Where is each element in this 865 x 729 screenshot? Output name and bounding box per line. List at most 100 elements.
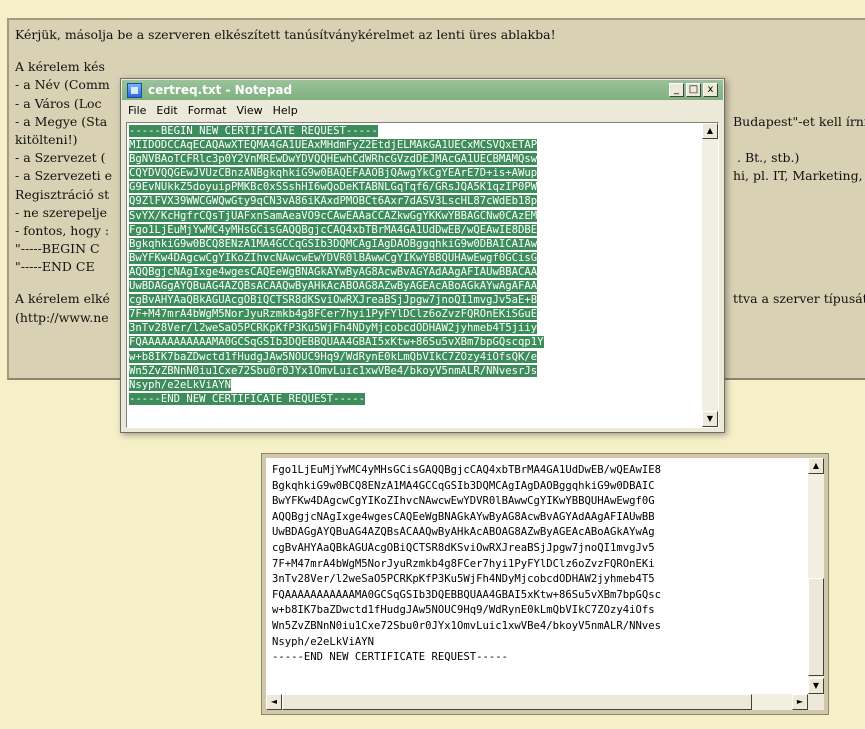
instruction-fragment: . Bt., stb.) [737,150,800,166]
instruction-line: Regisztráció st [15,186,110,202]
notepad-titlebar[interactable]: certreq.txt - Notepad _ □ x [122,80,723,100]
notepad-vertical-scrollbar[interactable]: ▲ ▼ [702,123,718,427]
notepad-menubar: File Edit Format View Help [122,101,723,120]
scrollbar-corner [808,694,824,710]
textarea-line: Fgo1LjEuMjYwMC4yMHsGCisGAQQBgjcCAQ4xbTBr… [272,464,662,476]
notepad-text-line: G9EvNUkkZ5doyuipPMKBc0xSSshHI6wQoDeKTABN… [129,180,703,194]
selected-text-run: AQQBgjcNAgIxge4wgesCAQEeWgBNAGkAYwByAG8A… [129,265,538,278]
instruction-line: - a Szervezet ( [15,150,106,166]
selected-text-run: Q9ZlFVX39WWCGWQwGty9qCN3vA86iKAxdPMOBCt6… [129,195,538,208]
notepad-text-line: BgkqhkiG9w0BCQ8ENzA1MA4GCCqGSIb3DQMCAgIA… [129,237,703,251]
notepad-text-line: w+b8IK7baZDwctd1fHudgJAw5NOUC9Hq9/WdRynE… [129,350,703,364]
footer-fragment: ttva a szerver típusát [733,291,865,307]
notepad-selected-text[interactable]: -----BEGIN NEW CERTIFICATE REQUEST----- M… [129,124,703,406]
selected-text-run: SvYX/KcHgfrCQsTjUAFxnSamAeaVO9cCAwEAAaCC… [129,209,538,222]
selected-text-run: cgBvAHYAaQBkAGUAcgOBiQCTSR8dKSviOwRXJrea… [129,294,538,307]
horizontal-scroll-thumb[interactable] [282,694,752,710]
notepad-text-line: Nsyph/e2eLkViAYN [129,378,703,392]
close-button[interactable]: x [703,83,718,97]
notepad-text-line: 3nTv28Ver/l2weSaO5PCRKpKfP3Ku5WjFh4NDyMj… [129,321,703,335]
textarea-horizontal-scrollbar[interactable]: ◄ ► [266,694,808,710]
notepad-text-line: cgBvAHYAaQBkAGUAcgOBiQCTSR8dKSviOwRXJrea… [129,293,703,307]
selected-text-run: G9EvNUkkZ5doyuipPMKBc0xSSshHI6wQoDeKTABN… [129,181,538,194]
notepad-text-line: -----BEGIN NEW CERTIFICATE REQUEST----- [129,124,703,138]
textarea-line: FQAAAAAAAAAAAMA0GCSqGSIb3DQEBBQUAA4GBAI5… [272,588,662,601]
notepad-text-line: BwYFKw4DAgcwCgYIKoZIhvcNAwcwEwYDVR0lBAww… [129,251,703,265]
instruction-line: A kérelem kés [15,59,105,75]
textarea-content[interactable]: Fgo1LjEuMjYwMC4yMHsGCisGAQQBgjcCAQ4xbTBr… [272,463,812,666]
notepad-text-line: SvYX/KcHgfrCQsTjUAFxnSamAeaVO9cCAwEAAaCC… [129,209,703,223]
selected-text-run: Fgo1LjEuMjYwMC4yMHsGCisGAQQBgjcCAQ4xbTBr… [129,223,538,236]
textarea-line: -----END NEW CERTIFICATE REQUEST----- [272,651,508,664]
instruction-line: - fontos, hogy : [15,222,110,238]
scroll-up-button[interactable]: ▲ [702,123,718,139]
menu-file[interactable]: File [128,104,146,117]
instruction-line: - a Város (Loc [15,95,102,111]
selected-text-run: BgNVBAoTCFRlc3p0Y2VnMREwDwYDVQQHEwhCdWRh… [129,153,538,166]
notepad-text-line: AQQBgjcNAgIxge4wgesCAQEeWgBNAGkAYwByAG8A… [129,265,703,279]
menu-help[interactable]: Help [273,104,298,117]
instruction-line: "-----BEGIN C [15,241,100,257]
instruction-fragment: hi, pl. IT, Marketing, H [733,168,865,184]
vertical-scroll-thumb[interactable] [808,578,824,676]
minimize-button[interactable]: _ [669,83,684,97]
menu-view[interactable]: View [237,104,263,117]
textarea-line: UwBDAGgAYQBuAG4AZQBsACAAQwByAHkAcABOAG8A… [272,526,655,539]
instruction-line: - ne szerepelje [15,204,108,220]
menu-edit[interactable]: Edit [156,104,177,117]
textarea-line: w+b8IK7baZDwctd1fHudgJAw5NOUC9Hq9/WdRynE… [272,604,655,617]
footer-line: A kérelem elké [15,291,110,307]
selected-text-run: 3nTv28Ver/l2weSaO5PCRKpKfP3Ku5WjFh4NDyMj… [129,322,538,335]
notepad-window[interactable]: certreq.txt - Notepad _ □ x File Edit Fo… [120,78,725,433]
maximize-button[interactable]: □ [686,83,701,97]
instruction-line: "-----END CE [15,259,95,275]
menu-format[interactable]: Format [188,104,227,117]
textarea-line: 7F+M47mrA4bWgM5NorJyuRzmkb4g8FCer7hyi1Py… [272,557,655,570]
notepad-text-line: Fgo1LjEuMjYwMC4yMHsGCisGAQQBgjcCAQ4xbTBr… [129,223,703,237]
textarea-line: AQQBgjcNAgIxge4wgesCAQEeWgBNAGkAYwByAG8A… [272,510,655,523]
textarea-line: Wn5ZvZBNnN0iu1Cxe72Sbu0r0JYx1OmvLuic1xwV… [272,619,662,632]
textarea-line: cgBvAHYAaQBkAGUAcgOBiQCTSR8dKSviOwRXJrea… [272,541,655,554]
notepad-text-line: Q9ZlFVX39WWCGWQwGty9qCN3vA86iKAxdPMOBCt6… [129,194,703,208]
textarea-line: 3nTv28Ver/l2weSaO5PCRKpKfP3Ku5WjFh4NDyMj… [272,573,655,586]
notepad-text-line: Wn5ZvZBNnN0iu1Cxe72Sbu0r0JYx1OmvLuic1xwV… [129,364,703,378]
scroll-right-button[interactable]: ► [792,694,808,710]
notepad-text-line: FQAAAAAAAAAAAMA0GCSqGSIb3DQEBBQUAA4GBAI5… [129,335,703,349]
instruction-fragment: Budapest"-et kell írni! [733,113,865,129]
notepad-text-line: BgNVBAoTCFRlc3p0Y2VnMREwDwYDVQQHEwhCdWRh… [129,152,703,166]
selected-text-run: BwYFKw4DAgcwCgYIKoZIhvcNAwcwEwYDVR0lBAww… [129,251,538,264]
notepad-text-area[interactable]: -----BEGIN NEW CERTIFICATE REQUEST----- M… [126,122,719,428]
intro-line: Kérjük, másolja be a szerveren elkészíte… [15,27,556,42]
instruction-line: - a Név (Comm [15,77,110,93]
selected-text-run: Wn5ZvZBNnN0iu1Cxe72Sbu0r0JYx1OmvLuic1xwV… [129,364,538,377]
notepad-text-line: CQYDVQQGEwJVUzCBnzANBgkqhkiG9w0BAQEFAAOB… [129,166,703,180]
scroll-down-button[interactable]: ▼ [702,411,718,427]
selected-text-run: CQYDVQQGEwJVUzCBnzANBgkqhkiG9w0BAQEFAAOB… [129,167,538,180]
selected-text-run: 7F+M47mrA4bWgM5NorJyuRzmkb4g8FCer7hyi1Py… [129,308,538,321]
selected-text-run: Nsyph/e2eLkViAYN [129,378,232,391]
notepad-title: certreq.txt - Notepad [148,83,293,97]
selected-text-run: -----BEGIN NEW CERTIFICATE REQUEST----- [129,125,378,137]
instruction-line: - a Megye (Sta [15,113,108,129]
textarea-line: BgkqhkiG9w0BCQ8ENzA1MA4GCCqGSIb3DQMCAgIA… [272,479,655,492]
scroll-up-button[interactable]: ▲ [808,458,824,474]
notepad-text-line: 7F+M47mrA4bWgM5NorJyuRzmkb4g8FCer7hyi1Py… [129,307,703,321]
selected-text-run: -----END NEW CERTIFICATE REQUEST----- [129,392,365,405]
textarea-vertical-scrollbar[interactable]: ▲ ▼ [808,458,824,694]
textarea-line: BwYFKw4DAgcwCgYIKoZIhvcNAwcwEwYDVR0lBAww… [272,495,655,508]
instruction-line: - a Szervezeti e [15,168,112,184]
certificate-request-textarea[interactable]: Fgo1LjEuMjYwMC4yMHsGCisGAQQBgjcCAQ4xbTBr… [261,453,829,715]
notepad-text-line: -----END NEW CERTIFICATE REQUEST----- [129,392,703,406]
selected-text-run: BgkqhkiG9w0BCQ8ENzA1MA4GCCqGSIb3DQMCAgIA… [129,237,538,250]
textarea-line: Nsyph/e2eLkViAYN [272,635,375,648]
instruction-line: kitölteni!) [15,131,78,147]
notepad-app-icon[interactable] [127,82,142,98]
scroll-down-button[interactable]: ▼ [808,678,824,694]
notepad-text-line: MIIDODCCAqECAQAwXTEQMA4GA1UEAxMHdmFyZ2Et… [129,138,703,152]
notepad-text-line: UwBDAGgAYQBuAG4AZQBsACAAQwByAHkAcABOAG8A… [129,279,703,293]
scroll-left-button[interactable]: ◄ [266,694,282,710]
footer-line: (http://www.ne [15,309,109,325]
selected-text-run: UwBDAGgAYQBuAG4AZQBsACAAQwByAHkAcABOAG8A… [129,280,538,293]
selected-text-run: w+b8IK7baZDwctd1fHudgJAw5NOUC9Hq9/WdRynE… [129,350,538,363]
selected-text-run: FQAAAAAAAAAAAMA0GCSqGSIb3DQEBBQUAA4GBAI5… [129,336,544,349]
